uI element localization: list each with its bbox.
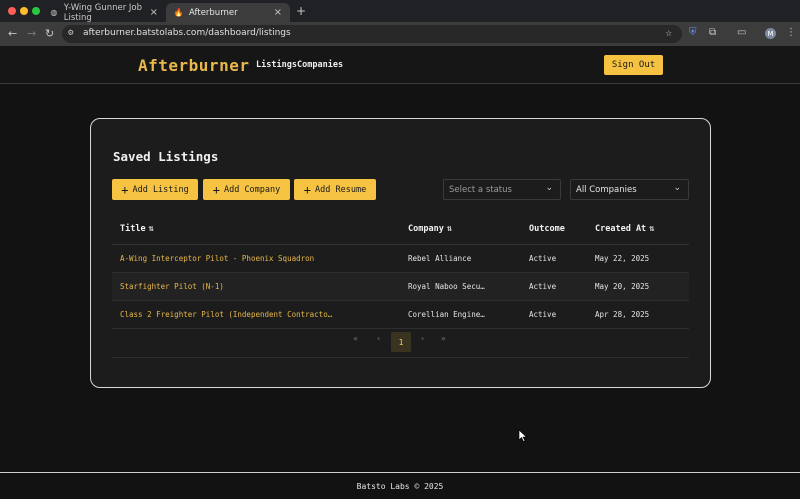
footer-text: Batsto Labs © 2025 <box>356 482 444 491</box>
browser-tab-bar: ◍ Y-Wing Gunner Job Listing × 🔥 Afterbur… <box>0 0 800 23</box>
listing-title-link[interactable]: Starfighter Pilot (N-1) <box>112 272 400 301</box>
chevron-down-icon: ⌄ <box>545 183 553 193</box>
listing-company: Corellian Engine… <box>400 300 521 329</box>
shield-extension-icon[interactable]: ⛨ <box>689 27 697 38</box>
listing-outcome: Active <box>521 272 587 301</box>
company-select[interactable]: All Companies ⌄ <box>570 179 689 200</box>
reload-icon[interactable]: ↻ <box>45 27 54 40</box>
pagination: « ‹ 1 › » <box>91 332 712 352</box>
status-select[interactable]: Select a status ⌄ <box>443 179 561 200</box>
add-resume-button[interactable]: + Add Resume <box>294 179 376 200</box>
listing-created-at: Apr 28, 2025 <box>587 300 689 329</box>
company-filter-value: All Companies <box>576 184 637 195</box>
browser-tab-afterburner[interactable]: 🔥 Afterburner × <box>166 3 290 22</box>
card-title: Saved Listings <box>113 149 219 164</box>
mouse-cursor-icon <box>518 430 528 442</box>
close-window-button[interactable] <box>8 7 16 15</box>
table-row[interactable]: A-Wing Interceptor Pilot - Phoenix Squad… <box>112 244 689 273</box>
tab-title: Y-Wing Gunner Job Listing <box>63 2 143 23</box>
site-settings-icon[interactable]: ⚙ <box>68 28 73 38</box>
first-page-icon[interactable]: « <box>353 334 358 343</box>
sort-icon[interactable]: ⇅ <box>649 224 654 234</box>
table-header-row: Title ⇅ Company ⇅ Outcome Created At ⇅ <box>112 214 689 245</box>
last-page-icon[interactable]: » <box>441 334 446 343</box>
button-label: Add Listing <box>132 184 189 195</box>
column-header-title[interactable]: Title ⇅ <box>112 214 400 245</box>
menu-dots-icon[interactable]: ⋮ <box>786 27 796 38</box>
next-page-icon[interactable]: › <box>421 334 424 343</box>
add-listing-button[interactable]: + Add Listing <box>112 179 198 200</box>
listings-table: Title ⇅ Company ⇅ Outcome Created At ⇅ A-Wi… <box>112 214 689 329</box>
listing-company: Rebel Alliance <box>400 244 521 273</box>
profile-avatar[interactable]: M <box>765 28 776 39</box>
cast-icon[interactable]: ▭ <box>737 27 746 38</box>
listing-created-at: May 22, 2025 <box>587 244 689 273</box>
listing-outcome: Active <box>521 300 587 329</box>
close-tab-icon[interactable]: × <box>274 7 282 18</box>
saved-listings-card: Saved Listings + Add Listing + Add Compa… <box>90 118 711 388</box>
close-tab-icon[interactable]: × <box>150 7 158 18</box>
table-row[interactable]: Class 2 Freighter Pilot (Independent Con… <box>112 300 689 329</box>
back-arrow-icon[interactable]: ← <box>8 27 17 40</box>
listing-title-link[interactable]: Class 2 Freighter Pilot (Independent Con… <box>112 300 400 329</box>
table-row[interactable]: Starfighter Pilot (N-1) Royal Naboo Secu… <box>112 272 689 301</box>
listing-created-at: May 20, 2025 <box>587 272 689 301</box>
app-logo[interactable]: Afterburner <box>138 56 249 75</box>
add-company-button[interactable]: + Add Company <box>203 179 290 200</box>
button-label: Add Company <box>223 184 281 195</box>
nav-listings[interactable]: Listings <box>256 60 297 70</box>
column-header-outcome: Outcome <box>521 214 587 245</box>
button-label: Add Resume <box>315 184 367 195</box>
globe-icon: ◍ <box>50 8 58 17</box>
column-header-created-at[interactable]: Created At ⇅ <box>587 214 689 245</box>
plus-icon: + <box>212 182 220 197</box>
browser-toolbar: ← → ↻ ⚙ afterburner.batstolabs.com/dashb… <box>0 22 800 46</box>
listing-outcome: Active <box>521 244 587 273</box>
maximize-window-button[interactable] <box>32 7 40 15</box>
new-tab-icon[interactable]: + <box>296 4 306 18</box>
address-bar[interactable]: ⚙ afterburner.batstolabs.com/dashboard/l… <box>62 25 682 43</box>
bookmark-star-icon[interactable]: ☆ <box>665 26 672 39</box>
nav-companies[interactable]: Companies <box>297 60 343 70</box>
chevron-down-icon: ⌄ <box>673 183 681 193</box>
url-text: afterburner.batstolabs.com/dashboard/lis… <box>83 28 291 38</box>
forward-arrow-icon[interactable]: → <box>27 27 36 40</box>
flame-icon: 🔥 <box>173 8 184 17</box>
tab-title: Afterburner <box>189 7 238 18</box>
status-placeholder: Select a status <box>449 184 512 195</box>
plus-icon: + <box>121 182 129 197</box>
puzzle-extensions-icon[interactable]: ⧉ <box>709 27 716 38</box>
sort-icon[interactable]: ⇅ <box>447 224 452 234</box>
app-footer: Batsto Labs © 2025 <box>0 472 800 499</box>
divider <box>112 357 689 358</box>
plus-icon: + <box>303 182 312 197</box>
browser-tab-job-listing[interactable]: ◍ Y-Wing Gunner Job Listing × <box>42 2 166 23</box>
column-header-company[interactable]: Company ⇅ <box>400 214 521 245</box>
sign-out-button[interactable]: Sign Out <box>604 55 663 75</box>
sort-icon[interactable]: ⇅ <box>149 224 154 234</box>
minimize-window-button[interactable] <box>20 7 28 15</box>
page-button-current[interactable]: 1 <box>391 332 411 352</box>
prev-page-icon[interactable]: ‹ <box>377 334 380 343</box>
listing-company: Royal Naboo Secu… <box>400 272 521 301</box>
app-header: Afterburner Listings Companies Sign Out <box>0 46 800 84</box>
listing-title-link[interactable]: A-Wing Interceptor Pilot - Phoenix Squad… <box>112 244 400 273</box>
